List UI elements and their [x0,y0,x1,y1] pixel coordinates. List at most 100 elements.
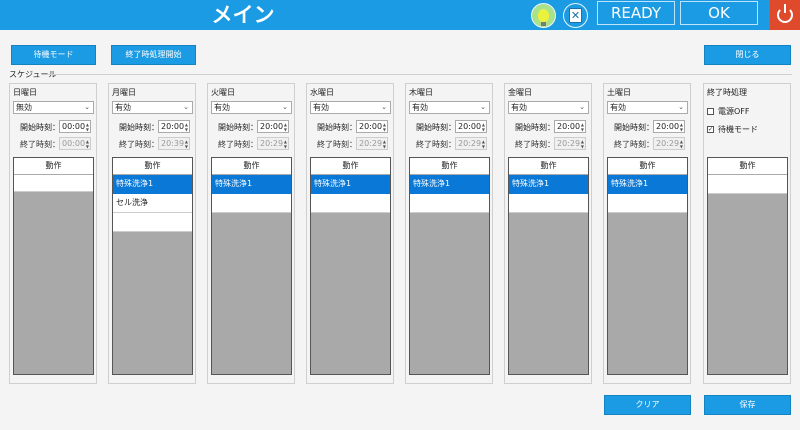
ok-button[interactable]: OK [680,1,758,25]
day-panel: 土曜日 有効 ⌄ 開始時刻： 20:00 ▲ ▼ 終了時刻： 20:29 ▲ ▼ 動作 特… [603,83,691,384]
end-time-label: 終了時刻： [416,140,456,149]
spinner-icon[interactable]: ▲ ▼ [383,122,386,132]
spinner-icon[interactable]: ▲ ▼ [680,122,683,132]
end-time-input: 20:29 ▲ ▼ [554,137,586,150]
chevron-down-icon: ⌄ [381,103,387,111]
chevron-down-icon: ⌄ [84,103,90,111]
day-state-select[interactable]: 有効 ⌄ [112,101,193,114]
action-row-empty[interactable] [608,194,687,213]
start-time-input[interactable]: 20:00 ▲ ▼ [554,120,586,133]
start-time-label: 開始時刻： [119,123,159,132]
standby-mode-checkbox[interactable]: ✓ 待機モード [707,124,758,135]
spinner-icon: ▲ ▼ [481,139,485,149]
end-time-value: 20:39 [161,139,185,148]
day-state-value: 有効 [313,103,329,112]
day-name: 月曜日 [112,88,136,97]
day-state-select[interactable]: 有効 ⌄ [508,101,589,114]
spinner-icon[interactable]: ▲ ▼ [482,122,485,132]
start-time-input[interactable]: 00:00 ▲ ▼ [59,120,91,133]
action-row-empty[interactable] [14,175,93,192]
clipboard-cancel-icon[interactable]: ✕ [563,3,588,28]
action-row[interactable]: 特殊洗浄1 [509,175,588,194]
start-time-input[interactable]: 20:00 ▲ ▼ [356,120,388,133]
action-row[interactable]: セル洗浄 [113,194,192,213]
action-row[interactable]: 特殊洗浄1 [311,175,390,194]
day-name: 火曜日 [211,88,235,97]
chevron-down-icon: ⌄ [183,103,189,111]
day-state-select[interactable]: 無効 ⌄ [13,101,94,114]
day-name: 日曜日 [13,88,37,97]
action-row-empty[interactable] [212,194,291,213]
start-time-value: 20:00 [458,122,482,131]
standby-mode-label: 待機モード [718,125,758,134]
close-button[interactable]: 閉じる [704,45,791,65]
chevron-down-icon: ⌄ [678,103,684,111]
spinner-icon[interactable]: ▲ ▼ [284,122,287,132]
spinner-icon[interactable]: ▲ ▼ [185,122,188,132]
action-grid-header: 動作 [608,158,687,175]
start-time-label: 開始時刻： [515,123,555,132]
start-time-label: 開始時刻： [20,123,60,132]
lightbulb-icon[interactable] [531,3,556,28]
power-glyph [777,4,793,23]
action-grid-header: 動作 [113,158,192,175]
action-row-empty[interactable] [113,213,192,232]
action-row[interactable]: 特殊洗浄1 [608,175,687,194]
start-time-input[interactable]: 20:00 ▲ ▼ [455,120,487,133]
day-name: 金曜日 [508,88,532,97]
day-state-value: 有効 [610,103,626,112]
action-grid-header: 動作 [410,158,489,175]
standby-mode-checkbox-box[interactable]: ✓ [707,126,714,133]
spinner-icon: ▲ ▼ [283,139,287,149]
day-panel: 火曜日 有効 ⌄ 開始時刻： 20:00 ▲ ▼ 終了時刻： 20:29 ▲ ▼ 動作 特… [207,83,295,384]
day-state-select[interactable]: 有効 ⌄ [409,101,490,114]
action-row[interactable]: 特殊洗浄1 [113,175,192,194]
end-process-action-grid: 動作 [707,157,788,375]
spinner-icon[interactable]: ▲ ▼ [581,122,584,132]
action-row[interactable]: 特殊洗浄1 [410,175,489,194]
action-row-empty[interactable] [410,194,489,213]
start-time-label: 開始時刻： [218,123,258,132]
power-icon[interactable] [770,0,800,30]
day-state-select[interactable]: 有効 ⌄ [310,101,391,114]
day-state-value: 有効 [214,103,230,112]
standby-mode-button[interactable]: 待機モード [11,45,96,65]
action-grid: 動作 特殊洗浄1 [211,157,292,375]
power-off-checkbox[interactable]: 電源OFF [707,106,750,117]
action-grid: 動作 特殊洗浄1 [607,157,688,375]
day-state-select[interactable]: 有効 ⌄ [211,101,292,114]
day-panel: 金曜日 有効 ⌄ 開始時刻： 20:00 ▲ ▼ 終了時刻： 20:29 ▲ ▼ 動作 特… [504,83,592,384]
start-time-input[interactable]: 20:00 ▲ ▼ [158,120,190,133]
power-off-checkbox-box[interactable] [707,108,714,115]
spinner-icon[interactable]: ▲ ▼ [86,122,89,132]
ready-button[interactable]: READY [597,1,675,25]
start-time-value: 20:00 [161,122,185,131]
action-row[interactable]: 特殊洗浄1 [212,175,291,194]
start-end-process-button[interactable]: 終了時処理開始 [111,45,196,65]
day-panel: 水曜日 有効 ⌄ 開始時刻： 20:00 ▲ ▼ 終了時刻： 20:29 ▲ ▼ 動作 特… [306,83,394,384]
day-panel: 月曜日 有効 ⌄ 開始時刻： 20:00 ▲ ▼ 終了時刻： 20:39 ▲ ▼ 動作 特… [108,83,196,384]
save-button[interactable]: 保存 [704,395,791,415]
start-time-input[interactable]: 20:00 ▲ ▼ [653,120,685,133]
spinner-icon: ▲ ▼ [382,139,386,149]
end-process-action-header: 動作 [708,158,787,175]
day-state-value: 無効 [16,103,32,112]
chevron-down-icon: ⌄ [282,103,288,111]
action-row-empty[interactable] [509,194,588,213]
end-time-input: 00:00 ▲ ▼ [59,137,91,150]
start-time-input[interactable]: 20:00 ▲ ▼ [257,120,289,133]
clear-button[interactable]: クリア [604,395,691,415]
end-time-value: 20:29 [260,139,284,148]
end-time-value: 20:29 [458,139,482,148]
start-time-label: 開始時刻： [614,123,654,132]
page-title: メイン [211,3,275,27]
end-process-action-row[interactable] [708,175,787,194]
end-time-label: 終了時刻： [20,140,60,149]
action-grid: 動作 特殊洗浄1 [508,157,589,375]
day-name: 木曜日 [409,88,433,97]
start-time-value: 20:00 [656,122,680,131]
spinner-icon: ▲ ▼ [85,139,89,149]
action-row-empty[interactable] [311,194,390,213]
start-time-value: 20:00 [557,122,581,131]
day-state-select[interactable]: 有効 ⌄ [607,101,688,114]
